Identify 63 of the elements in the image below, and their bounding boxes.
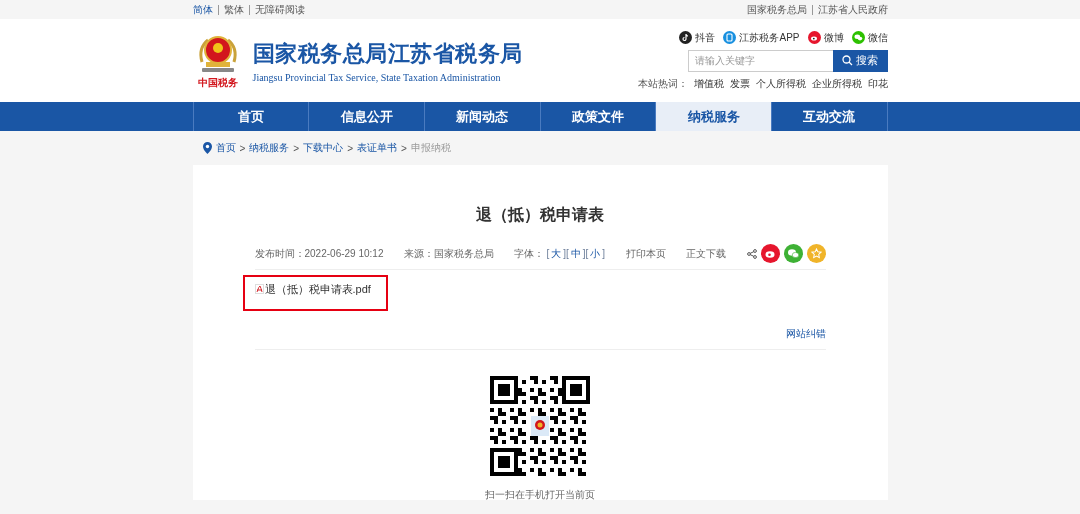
font-size-option[interactable]: 大 <box>551 246 562 261</box>
font-size-option[interactable]: 小 <box>590 246 601 261</box>
social-link[interactable]: 微信 <box>851 30 888 45</box>
chat-bubbles-icon <box>851 31 865 44</box>
bracket: [ <box>546 248 550 259</box>
print-link[interactable]: 打印本页 <box>625 246 666 261</box>
search-icon <box>842 55 853 66</box>
download-link[interactable]: 正文下载 <box>686 246 727 261</box>
bracket: ][ <box>563 248 569 259</box>
search-button[interactable]: 搜索 <box>832 49 888 72</box>
report-error-link[interactable]: 网站纠错 <box>785 327 826 341</box>
nav-tab[interactable]: 信息公开 <box>309 102 425 131</box>
chat-bubbles-icon <box>786 248 800 259</box>
top-link[interactable]: 简体 <box>192 4 218 15</box>
wechat-share-button[interactable] <box>783 244 803 263</box>
top-link[interactable]: 繁体 <box>217 4 249 15</box>
star-icon <box>810 248 822 259</box>
social-link[interactable]: 江苏税务APP <box>723 30 800 45</box>
article-source: 来源：国家税务总局 <box>403 246 494 261</box>
hot-word-link[interactable]: 个人所得税 <box>755 76 806 91</box>
share-icon <box>746 248 757 259</box>
font-size-label: 字体： <box>514 246 545 261</box>
font-size-option[interactable]: 中 <box>570 246 581 261</box>
hot-word-link[interactable]: 企业所得税 <box>811 76 862 91</box>
search-field[interactable]: 请输入关键字 <box>687 49 833 72</box>
logo-caption: 中国税务 <box>197 75 238 90</box>
top-link[interactable]: 国家税务总局 <box>746 4 812 15</box>
site-subtitle: Jiangsu Provincial Tax Service, State Taxation Administration <box>252 71 502 83</box>
hot-word-link[interactable]: 增值税 <box>693 76 724 91</box>
breadcrumb-link[interactable]: 表证单书 <box>357 141 398 155</box>
breadcrumb-link[interactable]: 纳税服务 <box>249 141 290 155</box>
hot-words-label: 本站热词： <box>637 76 688 91</box>
phone-icon <box>723 31 737 44</box>
breadcrumb-separator: > <box>239 142 246 154</box>
breadcrumb-link[interactable]: 下载中心 <box>303 141 344 155</box>
hot-word-link[interactable]: 发票 <box>729 76 750 91</box>
top-link[interactable]: 江苏省人民政府 <box>811 4 888 15</box>
social-link[interactable]: 抖音 <box>679 30 716 45</box>
site-title: 国家税务总局江苏省税务局 <box>252 39 523 68</box>
publish-time: 发布时间：2022-06-29 10:12 <box>254 246 384 261</box>
nav-tab[interactable]: 首页 <box>193 102 310 131</box>
nav-tab[interactable]: 新闻动态 <box>424 102 541 131</box>
attachment-link[interactable]: 退（抵）税申请表.pdf <box>242 275 388 311</box>
nav-tab[interactable]: 纳税服务 <box>656 102 772 131</box>
pdf-icon <box>254 284 264 294</box>
weibo-share-button[interactable] <box>760 244 780 263</box>
article-title: 退（抵）税申请表 <box>475 205 605 225</box>
social-link[interactable]: 微博 <box>807 30 844 45</box>
hot-word-link[interactable]: 印花 <box>867 76 888 91</box>
breadcrumb-link[interactable]: 首页 <box>215 141 236 155</box>
bracket: ][ <box>582 248 589 259</box>
breadcrumb-separator: > <box>293 142 300 154</box>
breadcrumb-separator: > <box>401 142 407 154</box>
qr-caption: 扫一扫在手机打开当前页 <box>485 488 595 502</box>
breadcrumb-separator: > <box>347 142 354 154</box>
location-pin-icon <box>202 142 212 154</box>
bracket: ] <box>602 248 606 259</box>
music-note-icon <box>679 31 693 44</box>
weibo-icon <box>807 31 821 44</box>
favorite-button[interactable] <box>806 244 826 263</box>
top-link[interactable]: 无障碍阅读 <box>248 4 305 15</box>
nav-tab[interactable]: 互动交流 <box>771 102 888 131</box>
weibo-icon <box>763 248 777 259</box>
